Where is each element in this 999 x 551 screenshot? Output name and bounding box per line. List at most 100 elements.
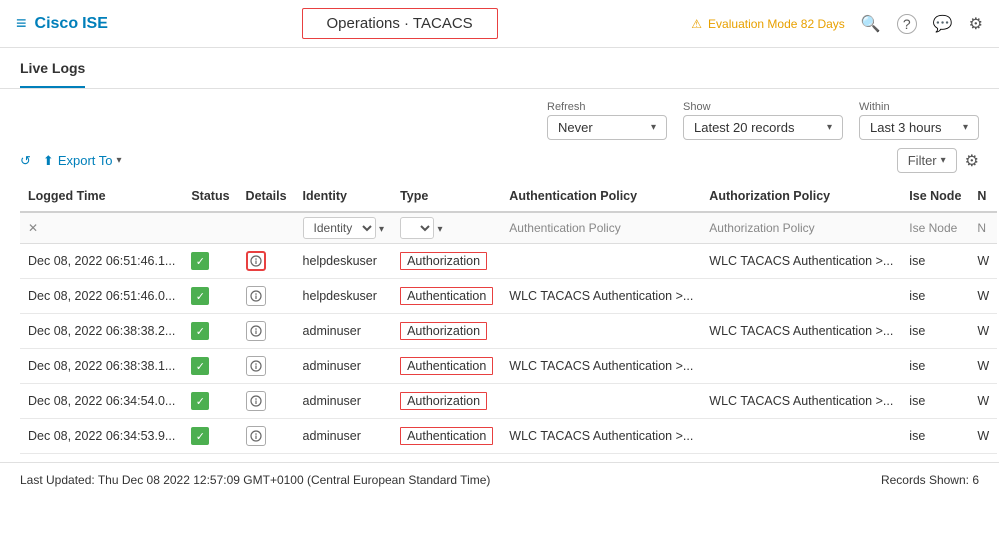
within-select[interactable]: Last 3 hours ▾ <box>859 115 979 140</box>
filter-n: N <box>969 212 997 244</box>
cell-details[interactable] <box>238 384 295 419</box>
type-cell-value: Authentication <box>400 287 493 305</box>
filter-status <box>183 212 237 244</box>
page-title: Operations · TACACS <box>302 8 498 39</box>
search-icon[interactable]: 🔍 <box>861 14 881 34</box>
refresh-icon: ↺ <box>20 153 31 169</box>
refresh-select[interactable]: Never ▾ <box>547 115 667 140</box>
table-row: Dec 08, 2022 06:51:46.0... ✓ helpdeskuse… <box>20 279 997 314</box>
cell-ise-node: ise <box>901 349 969 384</box>
type-cell-value: Authentication <box>400 427 493 445</box>
hamburger-icon[interactable]: ≡ <box>16 13 27 34</box>
cell-details[interactable] <box>238 244 295 279</box>
filter-row: ✕ Identity ▾ ▾ Authentication <box>20 212 997 244</box>
status-check-icon: ✓ <box>191 392 209 410</box>
cell-n: W <box>969 349 997 384</box>
cell-details[interactable] <box>238 314 295 349</box>
cell-details[interactable] <box>238 349 295 384</box>
upload-icon: ⬆ <box>43 153 54 169</box>
cell-auth-policy <box>501 314 701 349</box>
cell-status: ✓ <box>183 279 237 314</box>
cell-identity: adminuser <box>295 384 393 419</box>
filter-button[interactable]: Filter ▾ <box>897 148 957 173</box>
cell-logged-time: Dec 08, 2022 06:34:54.0... <box>20 384 183 419</box>
status-check-icon: ✓ <box>191 357 209 375</box>
records-shown-label: Records Shown: 6 <box>881 473 979 487</box>
cell-details[interactable] <box>238 279 295 314</box>
status-check-icon: ✓ <box>191 252 209 270</box>
table-row: Dec 08, 2022 06:34:54.0... ✓ adminuser A… <box>20 384 997 419</box>
ise-label: ISE <box>82 15 108 33</box>
clear-filter-icon[interactable]: ✕ <box>28 221 38 235</box>
cell-logged-time: Dec 08, 2022 06:51:46.0... <box>20 279 183 314</box>
table-container: Logged Time Status Details Identity Type… <box>0 181 999 454</box>
eval-mode-badge: ⚠ Evaluation Mode 82 Days <box>691 17 845 31</box>
type-filter-select[interactable] <box>400 217 434 239</box>
type-cell-value: Authorization <box>400 252 487 270</box>
cell-identity: adminuser <box>295 349 393 384</box>
actions-row: ↺ ⬆ Export To ▾ Filter ▾ ⚙ <box>0 144 999 181</box>
col-logged-time: Logged Time <box>20 181 183 212</box>
chevron-down-icon: ▾ <box>941 155 946 166</box>
cell-status: ✓ <box>183 244 237 279</box>
cell-details[interactable] <box>238 419 295 454</box>
filter-auth-policy: Authentication Policy <box>501 212 701 244</box>
within-label: Within <box>859 101 890 113</box>
cell-identity: adminuser <box>295 314 393 349</box>
settings-icon[interactable]: ⚙ <box>969 14 983 34</box>
chevron-down-icon: ▾ <box>827 122 832 133</box>
cell-identity: adminuser <box>295 419 393 454</box>
cell-type: Authentication <box>392 279 501 314</box>
filter-logged-time: ✕ <box>20 212 183 244</box>
column-settings-icon[interactable]: ⚙ <box>965 151 979 171</box>
cell-n: W <box>969 314 997 349</box>
chevron-down-icon: ▾ <box>438 224 443 235</box>
details-icon[interactable] <box>246 391 266 411</box>
type-cell-value: Authentication <box>400 357 493 375</box>
cell-type: Authentication <box>392 349 501 384</box>
identity-filter-select[interactable]: Identity <box>303 217 376 239</box>
details-icon[interactable] <box>246 286 266 306</box>
tab-live-logs[interactable]: Live Logs <box>20 60 85 88</box>
filter-identity: Identity ▾ <box>295 212 393 244</box>
cell-ise-node: ise <box>901 384 969 419</box>
cell-logged-time: Dec 08, 2022 06:38:38.2... <box>20 314 183 349</box>
status-check-icon: ✓ <box>191 427 209 445</box>
controls-row: Refresh Never ▾ Show Latest 20 records ▾… <box>0 89 999 144</box>
table-header-row: Logged Time Status Details Identity Type… <box>20 181 997 212</box>
chevron-down-icon: ▾ <box>379 224 384 235</box>
cell-status: ✓ <box>183 419 237 454</box>
col-status: Status <box>183 181 237 212</box>
cell-auth-policy <box>501 384 701 419</box>
nav-right: ⚠ Evaluation Mode 82 Days 🔍 ? 💬 ⚙ <box>691 14 983 34</box>
details-icon[interactable] <box>246 426 266 446</box>
notifications-icon[interactable]: 💬 <box>933 14 953 34</box>
help-icon[interactable]: ? <box>897 14 917 34</box>
cell-ise-node: ise <box>901 244 969 279</box>
cell-status: ✓ <box>183 349 237 384</box>
export-button[interactable]: ⬆ Export To ▾ <box>43 153 122 169</box>
cell-status: ✓ <box>183 314 237 349</box>
cell-auth-policy <box>501 244 701 279</box>
details-icon[interactable] <box>246 321 266 341</box>
logs-table: Logged Time Status Details Identity Type… <box>20 181 997 454</box>
cell-status: ✓ <box>183 384 237 419</box>
chevron-down-icon: ▾ <box>963 122 968 133</box>
show-select[interactable]: Latest 20 records ▾ <box>683 115 843 140</box>
col-ise-node: Ise Node <box>901 181 969 212</box>
filter-details <box>238 212 295 244</box>
refresh-button[interactable]: ↺ <box>20 153 31 169</box>
col-n: N <box>969 181 997 212</box>
chevron-down-icon: ▾ <box>651 122 656 133</box>
cell-authz-policy: WLC TACACS Authentication >... <box>701 314 901 349</box>
table-row: Dec 08, 2022 06:38:38.1... ✓ adminuser A… <box>20 349 997 384</box>
details-icon[interactable] <box>246 356 266 376</box>
cell-authz-policy <box>701 279 901 314</box>
top-navigation: ≡ Cisco ISE Operations · TACACS ⚠ Evalua… <box>0 0 999 48</box>
cell-authz-policy <box>701 349 901 384</box>
cell-n: W <box>969 419 997 454</box>
details-icon[interactable] <box>246 251 266 271</box>
refresh-label: Refresh <box>547 101 586 113</box>
cisco-label: Cisco <box>35 15 79 33</box>
within-control: Within Last 3 hours ▾ <box>859 101 979 140</box>
